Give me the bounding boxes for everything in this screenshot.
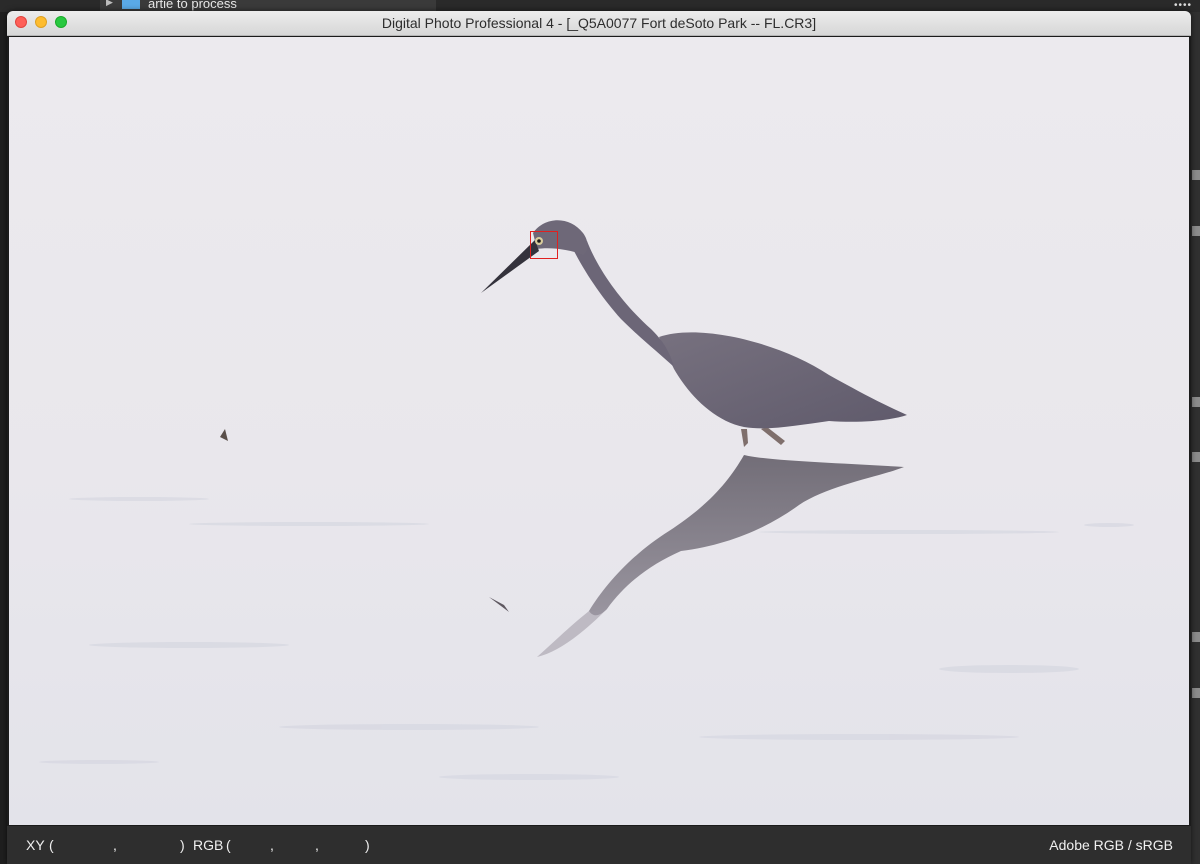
background-thumbnail-mark: [1192, 170, 1200, 180]
xy-comma: ,: [113, 837, 117, 853]
disclosure-triangle-icon[interactable]: ▶: [106, 0, 113, 8]
rgb-close-paren: ): [365, 837, 370, 853]
background-thumbnail-mark: [1192, 226, 1200, 236]
rgb-comma-2: ,: [315, 837, 319, 853]
water-surface: [9, 37, 1189, 825]
xy-open-paren: (: [49, 837, 54, 853]
background-thumbnail-mark: [1192, 632, 1200, 642]
image-viewer-window: Digital Photo Professional 4 - [_Q5A0077…: [7, 11, 1191, 864]
xy-close-paren: ): [180, 837, 185, 853]
xy-label: XY: [26, 837, 45, 853]
background-thumbnail-mark: [1192, 452, 1200, 462]
title-bar[interactable]: Digital Photo Professional 4 - [_Q5A0077…: [7, 11, 1191, 36]
background-thumbnail-mark: [1192, 397, 1200, 407]
background-folder-row[interactable]: ▶ artie to process: [100, 0, 436, 11]
folder-icon: [122, 0, 140, 9]
screen: ▶ artie to process •••• Digital Photo Pr…: [0, 0, 1200, 864]
background-thumbnail-mark: [1192, 688, 1200, 698]
color-space-label: Adobe RGB / sRGB: [1049, 837, 1173, 853]
image-viewport[interactable]: [9, 37, 1189, 825]
window-title: Digital Photo Professional 4 - [_Q5A0077…: [381, 15, 817, 31]
background-folder-label: artie to process: [148, 0, 237, 11]
status-bar: XY ( , ) RGB ( , , ) Adobe RGB / sRGB: [7, 826, 1191, 864]
heron-photo: [9, 37, 1189, 825]
background-grip-dots: ••••: [1173, 0, 1192, 11]
af-point-frame: [530, 231, 558, 259]
rgb-comma-1: ,: [270, 837, 274, 853]
rgb-open-paren: (: [226, 837, 231, 853]
background-right-edge: [1190, 12, 1200, 864]
rgb-label: RGB: [193, 837, 224, 853]
